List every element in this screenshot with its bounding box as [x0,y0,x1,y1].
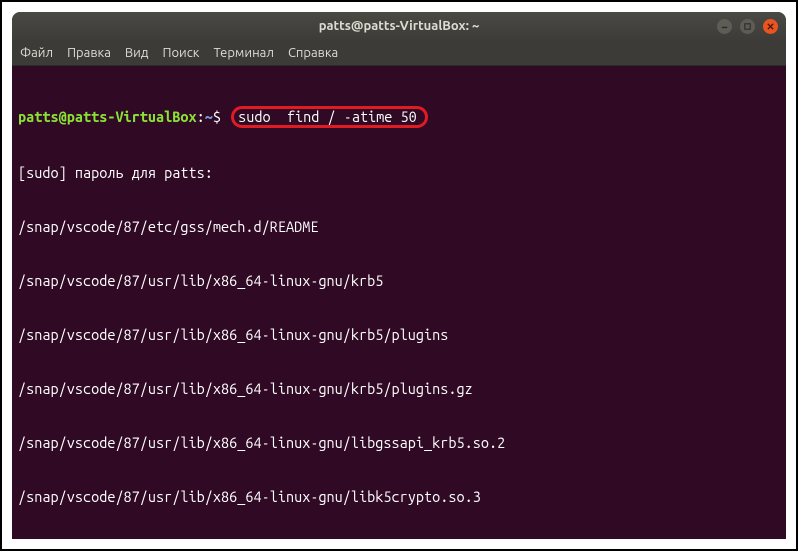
command-text: sudo find / -atime 50 [238,108,417,125]
window-controls [717,19,778,34]
screenshot-frame: patts@patts-VirtualBox: ~ Файл Правка Ви… [0,0,798,551]
menubar: Файл Правка Вид Поиск Терминал Справка [12,40,786,66]
output-line: [sudo] пароль для patts: [18,164,780,182]
terminal-window: patts@patts-VirtualBox: ~ Файл Правка Ви… [12,12,786,539]
menu-search[interactable]: Поиск [162,46,199,60]
maximize-icon [743,22,752,31]
prompt-user-host: patts@patts-VirtualBox [18,108,197,125]
titlebar: patts@patts-VirtualBox: ~ [12,12,786,40]
close-button[interactable] [763,19,778,34]
output-line: /snap/vscode/87/usr/lib/x86_64-linux-gnu… [18,380,780,398]
output-line: /snap/vscode/87/usr/lib/x86_64-linux-gnu… [18,326,780,344]
prompt-line: patts@patts-VirtualBox:~$ sudo find / -a… [18,106,780,128]
close-icon [766,22,775,31]
output-line: /snap/vscode/87/usr/lib/x86_64-linux-gnu… [18,272,780,290]
menu-help[interactable]: Справка [288,46,338,60]
output-line: /snap/vscode/87/usr/lib/x86_64-linux-gnu… [18,488,780,506]
menu-view[interactable]: Вид [125,46,149,60]
prompt-colon: : [197,108,205,125]
window-title: patts@patts-VirtualBox: ~ [319,19,480,33]
menu-edit[interactable]: Правка [67,46,111,60]
minimize-button[interactable] [717,19,732,34]
menu-terminal[interactable]: Терминал [213,46,273,60]
minimize-icon [720,22,729,31]
menu-file[interactable]: Файл [20,46,53,60]
terminal-area[interactable]: patts@patts-VirtualBox:~$ sudo find / -a… [12,66,786,539]
output-line: /snap/vscode/87/usr/lib/x86_64-linux-gnu… [18,434,780,452]
maximize-button[interactable] [740,19,755,34]
command-highlight: sudo find / -atime 50 [231,106,428,128]
prompt-path: ~ [205,108,213,125]
prompt-symbol: $ [213,108,229,125]
output-line: /snap/vscode/87/etc/gss/mech.d/README [18,218,780,236]
